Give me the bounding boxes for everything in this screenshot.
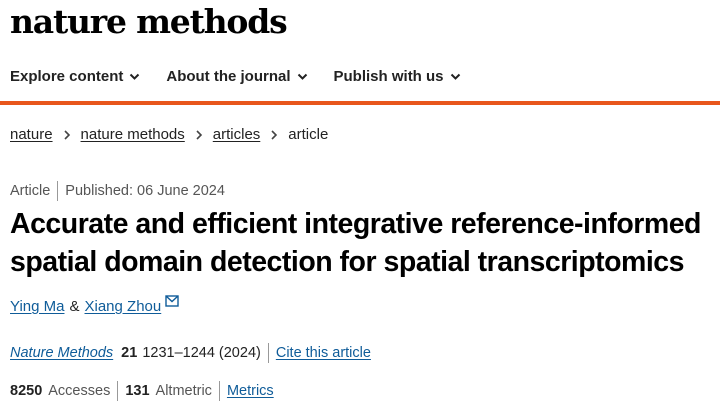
nav-item-label: About the journal [166,67,291,85]
author-link-ying-ma[interactable]: Ying Ma [10,298,64,315]
published-date: Published: 06 June 2024 [65,183,225,199]
journal-link[interactable]: Nature Methods [10,345,113,361]
article-title-line-2: spatial domain detection for spatial tra… [10,246,685,278]
altmetric-count: 131 [125,383,150,399]
meta-divider [57,181,59,201]
chevron-down-icon [450,73,460,80]
nav-about-journal[interactable]: About the journal [166,64,307,88]
site-logo[interactable]: nature methods [10,2,288,42]
breadcrumb: nature nature methods articles article [10,126,328,143]
nav-explore-content[interactable]: Explore content [10,64,140,88]
author-separator: & [69,298,80,315]
breadcrumb-link-articles[interactable]: articles [213,126,261,143]
metrics-link[interactable]: Metrics [227,383,274,399]
article-metrics: 8250 Accesses 131 Altmetric Metrics [10,381,274,401]
author-list: Ying Ma & Xiang Zhou [10,294,179,315]
nav-item-label: Explore content [10,67,124,85]
breadcrumb-link-nature-methods[interactable]: nature methods [81,126,185,143]
chevron-right-icon [63,129,70,140]
chevron-right-icon [196,129,202,140]
cite-this-article-link[interactable]: Cite this article [276,345,371,361]
metrics-divider [218,381,220,401]
chevron-down-icon [130,73,140,80]
nav-publish-with-us[interactable]: Publish with us [334,64,461,88]
accesses-count: 8250 [10,383,43,399]
chevron-right-icon [271,129,278,140]
metrics-divider [117,381,119,401]
altmetric-label: Altmetric [155,383,212,399]
nav-item-label: Publish with us [333,67,444,85]
article-title: Accurate and efficient integrative refer… [10,205,720,281]
pages-year: 1231–1244 (2024) [142,345,261,361]
volume: 21 [121,345,138,361]
mail-icon[interactable] [165,294,179,307]
main-nav: Explore content About the journal Publis… [10,64,487,88]
citation-divider [267,343,269,363]
article-title-line-1: Accurate and efficient integrative refer… [10,208,701,240]
author-link-xiang-zhou[interactable]: Xiang Zhou [85,298,162,315]
breadcrumb-current: article [288,126,329,143]
chevron-down-icon [297,73,307,80]
breadcrumb-link-nature[interactable]: nature [10,126,53,143]
accesses-label: Accesses [48,383,111,399]
header-accent-bar [0,101,720,105]
citation-line: Nature Methods 21 1231–1244 (2024) Cite … [10,343,371,363]
article-type: Article [10,183,51,199]
article-meta: Article Published: 06 June 2024 [10,181,225,201]
